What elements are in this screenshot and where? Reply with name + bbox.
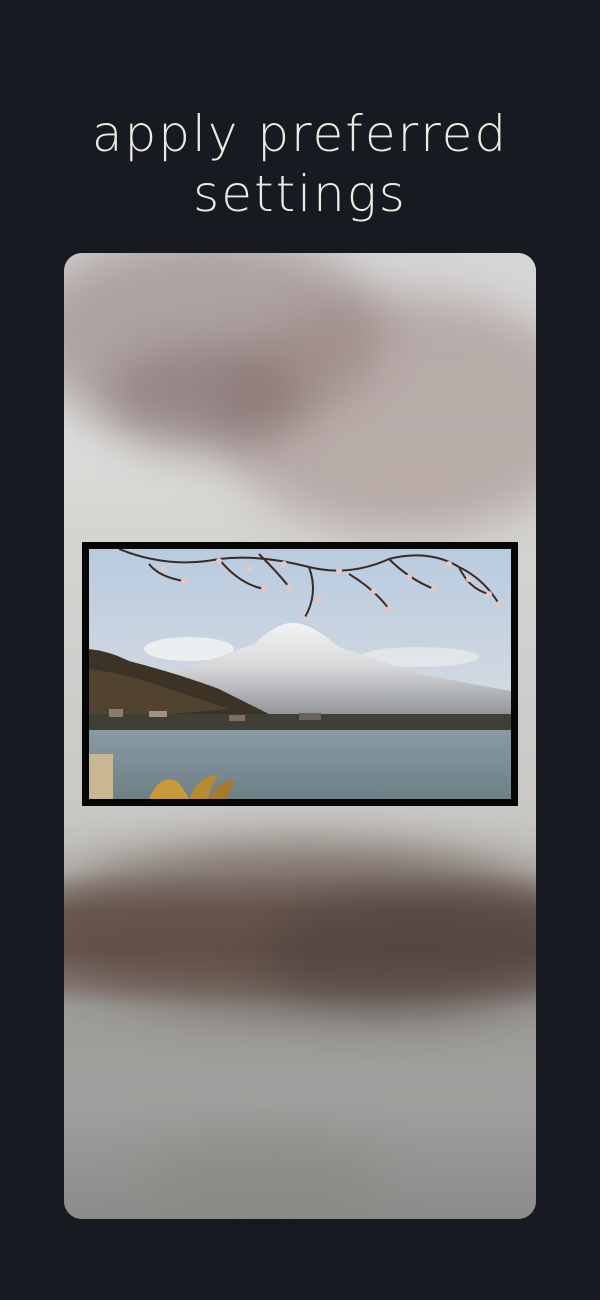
building [229, 715, 245, 721]
headline-line-1: apply preferred [91, 104, 509, 163]
signpost [89, 754, 113, 799]
blurred-blossom-shape [104, 343, 304, 453]
headline: apply preferred settings [0, 104, 600, 224]
building [299, 713, 321, 720]
landscape-illustration [89, 549, 511, 799]
framed-photo [82, 542, 518, 806]
building [109, 709, 123, 717]
building [149, 711, 167, 717]
lake [89, 730, 511, 799]
blurred-water-highlight [144, 1133, 384, 1219]
headline-line-2: settings [193, 164, 407, 223]
mount-fuji-photo [89, 549, 511, 799]
screen: apply preferred settings [0, 0, 600, 1300]
